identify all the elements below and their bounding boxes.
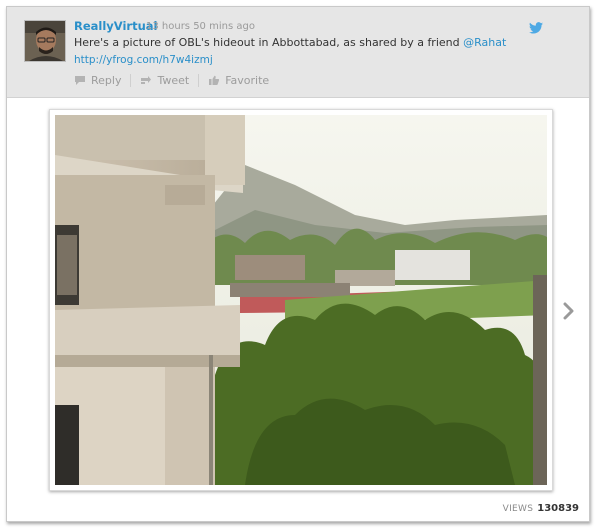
avatar[interactable] bbox=[24, 20, 66, 62]
username-link[interactable]: ReallyVirtual bbox=[74, 19, 158, 33]
chevron-right-icon[interactable] bbox=[563, 302, 575, 320]
mention-link[interactable]: @Rahat bbox=[463, 36, 506, 49]
views-label: VIEWS bbox=[502, 504, 534, 514]
retweet-label: Tweet bbox=[157, 73, 190, 87]
tweet-timestamp[interactable]: 13 hours 50 mins ago bbox=[146, 21, 255, 32]
views-number: 130839 bbox=[537, 503, 579, 514]
action-divider bbox=[130, 73, 132, 87]
tweet-header: ReallyVirtual 13 hours 50 mins ago Here'… bbox=[7, 7, 589, 98]
tweet-actions: Reply Tweet Favorite bbox=[74, 73, 269, 87]
favorite-icon bbox=[209, 75, 220, 85]
tweet-photo[interactable] bbox=[55, 115, 547, 485]
reply-button[interactable]: Reply bbox=[74, 74, 121, 87]
tweet-body: Here's a picture of OBL's hideout in Abb… bbox=[74, 36, 464, 49]
favorite-button[interactable]: Favorite bbox=[208, 74, 269, 87]
retweet-icon bbox=[141, 75, 152, 84]
reply-icon bbox=[75, 75, 85, 85]
photo-frame bbox=[49, 109, 553, 491]
retweet-button[interactable]: Tweet bbox=[140, 74, 189, 87]
twitter-bird-icon[interactable] bbox=[529, 22, 543, 34]
reply-label: Reply bbox=[91, 73, 122, 87]
tweet-text: Here's a picture of OBL's hideout in Abb… bbox=[74, 36, 506, 49]
view-count: VIEWS 130839 bbox=[503, 503, 579, 514]
favorite-label: Favorite bbox=[225, 73, 270, 87]
tweet-card: ReallyVirtual 13 hours 50 mins ago Here'… bbox=[6, 6, 590, 522]
action-divider bbox=[198, 73, 200, 87]
tweet-url-link[interactable]: http://yfrog.com/h7w4izmj bbox=[74, 54, 213, 66]
